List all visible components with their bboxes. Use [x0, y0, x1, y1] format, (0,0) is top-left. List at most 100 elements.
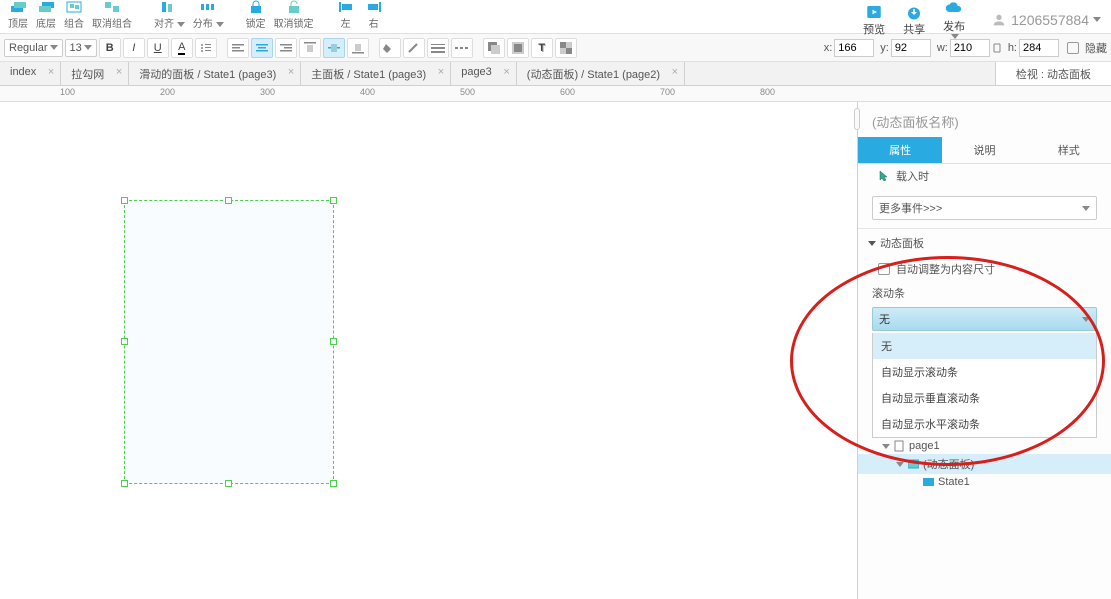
align-left-button[interactable] [227, 38, 249, 58]
line-width-button[interactable] [427, 38, 449, 58]
autofit-label: 自动调整为内容尺寸 [896, 261, 995, 277]
subtab-style[interactable]: 样式 [1027, 137, 1111, 163]
distribute-button[interactable]: 分布 [189, 0, 228, 30]
bottom-layer-icon [36, 0, 56, 14]
main-toolbar: 顶层底层组合取消组合对齐 分布 锁定取消锁定左右 预览 共享 发布 120655… [0, 0, 1111, 34]
user-account[interactable]: 1206557884 [985, 12, 1107, 28]
font-size-select[interactable]: 13 [65, 39, 97, 57]
tab-close-icon[interactable]: × [288, 66, 294, 78]
tree-row-State1[interactable]: State1 [858, 474, 1111, 490]
opacity-button[interactable] [555, 38, 577, 58]
bold-button[interactable]: B [99, 38, 121, 58]
align-icon [159, 0, 179, 14]
resize-handle-mr[interactable] [330, 338, 337, 345]
tab-5[interactable]: (动态面板) / State1 (page2)× [517, 62, 685, 85]
main-area: (动态面板名称) 属性 说明 样式 载入时 更多事件>>> 动态面板 自动调整为… [0, 102, 1111, 599]
inner-shadow-button[interactable] [507, 38, 529, 58]
autofit-row[interactable]: 自动调整为内容尺寸 [858, 257, 1111, 281]
bottom-layer-button[interactable]: 底层 [32, 0, 60, 30]
x-input[interactable] [834, 39, 874, 57]
preview-button[interactable]: 预览 [857, 3, 891, 37]
valign-bottom-button[interactable] [347, 38, 369, 58]
hidden-checkbox[interactable] [1067, 42, 1079, 54]
line-color-button[interactable] [403, 38, 425, 58]
tab-close-icon[interactable]: × [672, 66, 678, 78]
x-label: x: [824, 42, 833, 54]
resize-handle-ml[interactable] [121, 338, 128, 345]
ruler-tick: 400 [360, 87, 375, 97]
resize-handle-bl[interactable] [121, 480, 128, 487]
unlock-button[interactable]: 取消锁定 [270, 0, 318, 30]
outer-shadow-button[interactable] [483, 38, 505, 58]
ungroup-button[interactable]: 取消组合 [88, 0, 136, 30]
tab-0[interactable]: index× [0, 62, 61, 85]
tab-3[interactable]: 主面板 / State1 (page3)× [301, 62, 451, 85]
fill-color-button[interactable] [379, 38, 401, 58]
h-input[interactable] [1019, 39, 1059, 57]
group-button[interactable]: 组合 [60, 0, 88, 30]
w-input[interactable] [950, 39, 990, 57]
top-layer-button[interactable]: 顶层 [4, 0, 32, 30]
link-wh-icon[interactable] [992, 42, 1002, 54]
resize-handle-tl[interactable] [121, 197, 128, 204]
dynamic-panel-rect[interactable] [124, 200, 334, 484]
resize-handle-tm[interactable] [225, 197, 232, 204]
scrollbar-option-2[interactable]: 自动显示垂直滚动条 [873, 385, 1096, 411]
canvas[interactable] [0, 102, 857, 599]
share-button[interactable]: 共享 [897, 3, 931, 37]
chevron-down-icon[interactable] [882, 444, 890, 449]
tab-4[interactable]: page3× [451, 62, 517, 85]
tab-close-icon[interactable]: × [503, 66, 509, 78]
tree-row-(动态面板)[interactable]: (动态面板) [858, 454, 1111, 474]
align-center-button[interactable] [251, 38, 273, 58]
scrollbar-option-1[interactable]: 自动显示滚动条 [873, 359, 1096, 385]
line-style-button[interactable] [451, 38, 473, 58]
right-button[interactable]: 右 [360, 0, 388, 30]
subtab-properties[interactable]: 属性 [858, 137, 942, 163]
event-onload[interactable]: 载入时 [858, 164, 1111, 188]
underline-button[interactable]: U [147, 38, 169, 58]
y-input[interactable] [891, 39, 931, 57]
align-button[interactable]: 对齐 [150, 0, 189, 30]
font-style-select[interactable]: Regular [4, 39, 63, 57]
tree-row-page1[interactable]: page1 [858, 438, 1111, 454]
right-icon [364, 0, 384, 14]
bullet-button[interactable] [195, 38, 217, 58]
cursor-icon [878, 170, 890, 182]
scrollbar-option-0[interactable]: 无 [873, 333, 1096, 359]
chevron-down-icon[interactable] [896, 462, 904, 467]
scrollbar-option-3[interactable]: 自动显示水平滚动条 [873, 411, 1096, 437]
hidden-label: 隐藏 [1085, 40, 1107, 56]
lock-button[interactable]: 锁定 [242, 0, 270, 30]
panel-collapse-handle[interactable] [854, 108, 860, 130]
autofit-checkbox[interactable] [878, 263, 890, 275]
resize-handle-bm[interactable] [225, 480, 232, 487]
more-events-select[interactable]: 更多事件>>> [872, 196, 1097, 220]
left-button[interactable]: 左 [332, 0, 360, 30]
scrollbar-select[interactable]: 无 [872, 307, 1097, 331]
italic-button[interactable]: I [123, 38, 145, 58]
text-shadow-button[interactable]: T [531, 38, 553, 58]
h-label: h: [1008, 42, 1017, 54]
tab-2[interactable]: 滑动的面板 / State1 (page3)× [129, 62, 301, 85]
resize-handle-br[interactable] [330, 480, 337, 487]
y-label: y: [880, 42, 889, 54]
align-right-button[interactable] [275, 38, 297, 58]
lock-icon [246, 0, 266, 14]
tab-1[interactable]: 拉勾网× [61, 62, 129, 85]
ruler-tick: 600 [560, 87, 575, 97]
tab-close-icon[interactable]: × [116, 66, 122, 78]
publish-button[interactable]: 发布 [937, 0, 971, 39]
valign-middle-button[interactable] [323, 38, 345, 58]
horizontal-ruler: 0100200300400500600700800 [0, 86, 1111, 102]
font-color-button[interactable]: A [171, 38, 193, 58]
ruler-tick: 100 [60, 87, 75, 97]
tab-close-icon[interactable]: × [438, 66, 444, 78]
resize-handle-tr[interactable] [330, 197, 337, 204]
subtab-notes[interactable]: 说明 [942, 137, 1026, 163]
tab-close-icon[interactable]: × [48, 66, 54, 78]
left-icon [336, 0, 356, 14]
section-dynamic-panel[interactable]: 动态面板 [858, 228, 1111, 257]
valign-top-button[interactable] [299, 38, 321, 58]
ruler-tick: 800 [760, 87, 775, 97]
